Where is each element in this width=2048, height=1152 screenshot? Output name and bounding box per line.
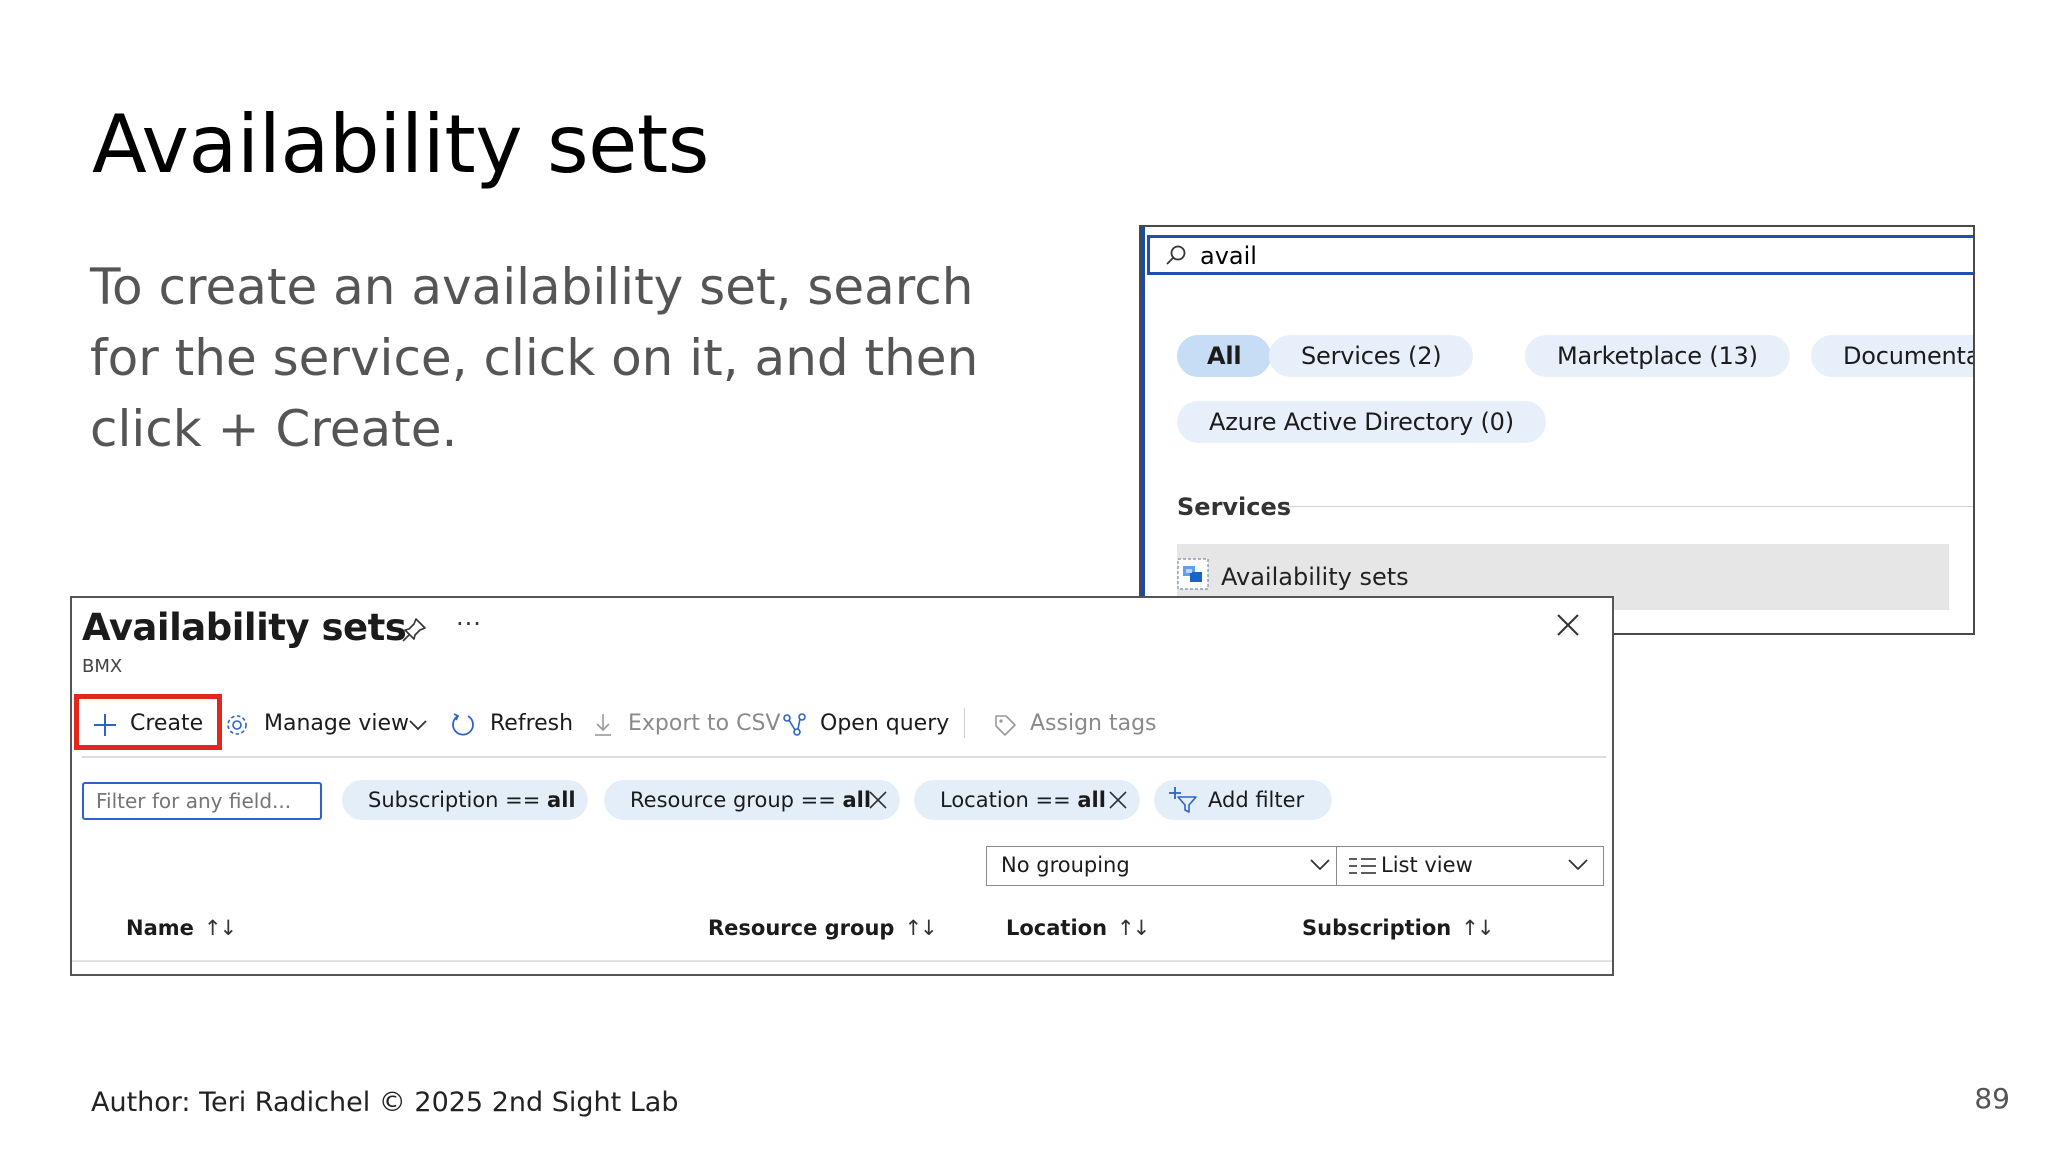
add-filter-button[interactable]: Add filter [1154,780,1332,820]
slide-body-text: To create an availability set, search fo… [90,258,979,458]
plus-icon [94,714,116,736]
column-header-location-label: Location [1006,916,1108,940]
view-select-value: List view [1381,853,1473,877]
resource-group-filter-label: Resource group == [630,788,843,812]
list-view-icon [1349,858,1376,874]
filter-pill-documentation[interactable]: Documentati [1811,335,1973,377]
column-header-subscription[interactable]: Subscription ↑↓ [1302,916,1494,940]
create-label: Create [130,711,204,736]
chevron-down-icon [1568,859,1588,871]
resource-group-filter-pill[interactable]: Resource group == all [604,780,900,820]
page-number: 89 [1974,1082,2010,1115]
add-filter-label: Add filter [1208,788,1305,812]
blade-subtitle: BMX [82,656,123,677]
subscription-filter-pill[interactable]: Subscription == all [342,780,588,820]
more-options-icon[interactable]: ··· [456,610,482,638]
column-header-subscription-label: Subscription [1302,916,1452,940]
view-select[interactable]: List view [1336,846,1604,886]
add-filter-icon [1169,787,1197,813]
location-filter-value: all [1077,788,1106,812]
services-divider [1283,506,1973,507]
filter-pill-services[interactable]: Services (2) [1269,335,1474,377]
search-icon [1166,245,1186,265]
query-icon [783,713,806,736]
blade-title: Availability sets [82,606,407,649]
column-header-name-label: Name [126,916,194,940]
sort-icon[interactable]: ↑↓ [1461,916,1494,940]
column-header-resource-group-label: Resource group [708,916,895,940]
refresh-icon [452,713,474,736]
panel-accent-edge [1141,227,1145,633]
column-header-location[interactable]: Location ↑↓ [1006,916,1150,940]
slide-title: Availability sets [92,98,709,191]
location-filter-label: Location == [940,788,1078,812]
gear-icon [227,715,247,735]
filter-input[interactable] [82,782,322,820]
remove-filter-icon[interactable] [1108,790,1128,810]
footer-author: Author: Teri Radichel © 2025 2nd Sight L… [91,1087,679,1118]
export-csv-label: Export to CSV [628,711,781,736]
sort-icon[interactable]: ↑↓ [1117,916,1150,940]
availability-sets-blade: Availability sets ··· BMX Create Manage … [70,596,1614,976]
grouping-select[interactable]: No grouping [986,846,1346,886]
pin-icon[interactable] [400,616,428,644]
column-header-name[interactable]: Name ↑↓ [126,916,237,940]
availability-set-icon [1177,558,1209,590]
subscription-filter-value: all [547,788,576,812]
subscription-filter-label: Subscription == [368,788,548,812]
filter-pill-marketplace[interactable]: Marketplace (13) [1525,335,1790,377]
filter-pill-all[interactable]: All [1177,335,1272,377]
toolbar-separator [964,708,965,738]
open-query-label: Open query [820,711,950,736]
chevron-down-icon [409,720,427,731]
services-heading: Services [1177,493,1292,521]
refresh-label: Refresh [490,711,574,736]
location-filter-pill[interactable]: Location == all [914,780,1140,820]
search-bar[interactable] [1147,235,1973,275]
column-header-resource-group[interactable]: Resource group ↑↓ [708,916,938,940]
sort-icon[interactable]: ↑↓ [904,916,937,940]
result-label: Availability sets [1221,563,1409,591]
filter-pill-azure-ad[interactable]: Azure Active Directory (0) [1177,401,1546,443]
tag-icon [995,715,1016,736]
table-header-divider [72,960,1612,962]
search-results-panel: All Services (2) Marketplace (13) Docume… [1139,225,1975,635]
sort-icon[interactable]: ↑↓ [204,916,237,940]
assign-tags-label: Assign tags [1030,711,1157,736]
toolbar-divider [82,756,1606,758]
resource-group-filter-value: all [842,788,872,812]
command-bar: Create Manage view Refresh Export to CSV… [72,694,1612,754]
chevron-down-icon [1310,859,1330,871]
close-icon[interactable] [1555,612,1581,638]
grouping-select-value: No grouping [1001,853,1130,877]
remove-filter-icon[interactable] [868,790,888,810]
manage-view-label: Manage view [264,711,410,736]
search-input[interactable] [1200,242,1900,270]
download-icon [595,714,611,736]
